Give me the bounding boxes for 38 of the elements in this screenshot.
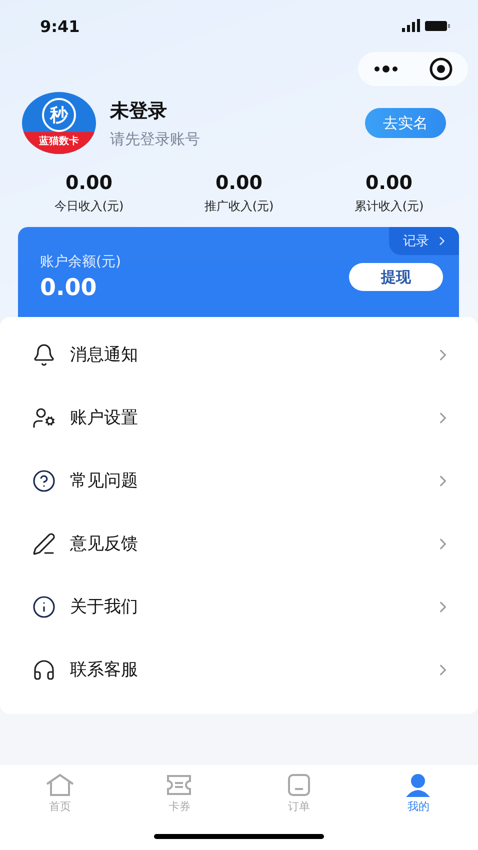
records-link[interactable]: 记录 (389, 227, 459, 255)
menu-item[interactable]: 意见反馈 (0, 512, 478, 575)
stat-label: 今日收入(元) (54, 198, 124, 215)
balance-amount: 0.00 (40, 275, 98, 301)
menu-label: 账户设置 (70, 407, 139, 429)
stat-value: 0.00 (366, 172, 412, 194)
pen-icon (32, 532, 56, 556)
help-icon (32, 468, 56, 492)
tab[interactable]: 我的 (358, 771, 478, 816)
signal-battery-icon (402, 19, 450, 33)
user-name: 未登录 (110, 98, 168, 124)
menu-item[interactable]: 常见问题 (0, 449, 478, 512)
menu-item[interactable]: 消息通知 (0, 323, 478, 386)
menu-item[interactable]: 账户设置 (0, 386, 478, 449)
stat-value: 0.00 (216, 172, 262, 194)
stat-label: 推广收入(元) (204, 198, 274, 215)
bell-icon (32, 342, 56, 366)
more-icon[interactable] (373, 65, 399, 73)
order-icon (286, 773, 312, 797)
close-target-icon[interactable] (429, 57, 453, 81)
headset-icon (32, 658, 56, 682)
balance-label: 账户余额(元) (40, 253, 121, 271)
stat-label: 累计收入(元) (354, 198, 424, 215)
stat-value: 0.00 (66, 172, 112, 194)
home-icon (44, 773, 75, 797)
login-hint: 请先登录账号 (110, 130, 201, 148)
menu-label: 消息通知 (70, 344, 139, 366)
info-icon (32, 594, 56, 618)
withdraw-button[interactable]: 提现 (349, 263, 443, 291)
menu-label: 常见问题 (70, 470, 139, 492)
menu-item[interactable]: 关于我们 (0, 575, 478, 638)
menu-item[interactable]: 联系客服 (0, 638, 478, 701)
user-gear-icon (32, 406, 56, 430)
logo-text: 蓝猫数卡 (22, 132, 96, 154)
menu-label: 意见反馈 (70, 533, 139, 555)
status-time: 9:41 (40, 16, 80, 36)
menu-label: 关于我们 (70, 596, 139, 618)
menu-label: 联系客服 (70, 659, 139, 681)
